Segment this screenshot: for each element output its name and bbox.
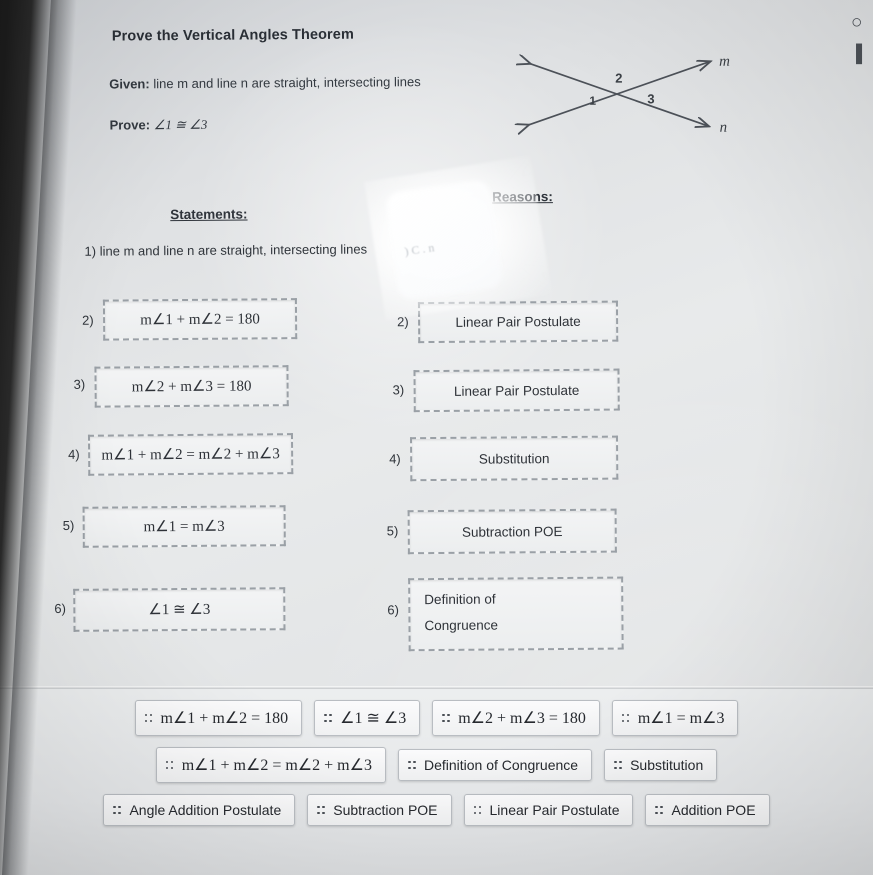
reason-slot-2[interactable]: Linear Pair Postulate <box>417 300 619 344</box>
drag-tile-label: Addition POE <box>671 802 756 818</box>
angle-2-label: 2 <box>615 71 622 86</box>
tile-bank-row: m∠1 + m∠2 = 180 ∠1 ≅ ∠3 m∠2 + m∠3 = 180 … <box>0 700 873 736</box>
photograph-of-screen: Prove the Vertical Angles Theorem Given:… <box>0 0 873 875</box>
corner-letter: ▐ <box>850 44 863 63</box>
reason-row-4-number: 4) <box>389 451 401 467</box>
tile-bank-row: m∠1 + m∠2 = m∠2 + m∠3 Definition of Cong… <box>0 747 873 783</box>
angle-1-label: 1 <box>589 94 596 108</box>
given-label: Given: <box>109 76 150 92</box>
reason-row-3-number: 3) <box>392 382 405 398</box>
drag-tile-label: Angle Addition Postulate <box>129 802 282 818</box>
statement-slot-3[interactable]: m∠2 + m∠3 = 180 <box>94 365 289 408</box>
statement-row-4-number: 4) <box>68 446 80 462</box>
intersecting-lines-diagram: m n 2 1 3 <box>497 23 778 145</box>
prove-statement: Prove: ∠1 ≅ ∠3 <box>109 117 207 134</box>
reasons-column-header: Reasons: <box>492 189 553 205</box>
drag-tile[interactable]: m∠1 + m∠2 = 180 <box>134 700 303 736</box>
drag-tile[interactable]: m∠1 = m∠3 <box>611 700 739 736</box>
reason-row-2-number: 2) <box>397 314 409 330</box>
drag-tile[interactable]: Subtraction POE <box>307 794 452 826</box>
reason-slot-6-line2: Congruence <box>424 617 499 634</box>
tile-bank: m∠1 + m∠2 = 180 ∠1 ≅ ∠3 m∠2 + m∠3 = 180 … <box>0 700 873 837</box>
statement-row-5-number: 5) <box>62 517 75 533</box>
drag-tile-label: ∠1 ≅ ∠3 <box>340 710 407 727</box>
drag-tile[interactable]: Angle Addition Postulate <box>103 794 296 826</box>
drag-handle-icon[interactable] <box>614 760 623 771</box>
given-statement: Given: line m and line n are straight, i… <box>109 74 421 91</box>
drag-tile-label: Definition of Congruence <box>423 757 579 773</box>
prove-label: Prove: <box>109 117 151 133</box>
drag-tile-label: m∠1 + m∠2 = 180 <box>160 710 289 727</box>
angle-3-label: 3 <box>647 91 654 106</box>
drag-tile-label: Linear Pair Postulate <box>489 802 620 818</box>
drag-tile-label: m∠1 + m∠2 = m∠2 + m∠3 <box>181 757 372 774</box>
reason-slot-6[interactable]: Definition of Congruence <box>408 576 624 652</box>
drag-tile[interactable]: Substitution <box>604 749 718 781</box>
reason-slot-3[interactable]: Linear Pair Postulate <box>413 368 620 413</box>
drag-tile[interactable]: m∠1 + m∠2 = m∠2 + m∠3 <box>155 747 386 783</box>
prove-text: ∠1 ≅ ∠3 <box>153 116 208 133</box>
statement-slot-2[interactable]: m∠1 + m∠2 = 180 <box>102 298 298 341</box>
diagram-svg: m n 2 1 3 <box>497 54 730 136</box>
line-n-label: n <box>720 120 728 136</box>
tile-bank-row: Angle Addition Postulate Subtraction POE… <box>0 794 873 826</box>
drag-handle-icon[interactable] <box>324 713 333 724</box>
given-text: line m and line n are straight, intersec… <box>153 74 421 92</box>
drag-tile[interactable]: Definition of Congruence <box>397 749 593 781</box>
statement-row-6-number: 6) <box>54 600 66 617</box>
reason-slot-5[interactable]: Subtraction POE <box>407 508 617 555</box>
drag-handle-icon[interactable] <box>407 760 417 771</box>
statement-slot-4[interactable]: m∠1 + m∠2 = m∠2 + m∠3 <box>87 433 294 476</box>
drag-tile[interactable]: Addition POE <box>645 794 770 826</box>
statement-row-3-number: 3) <box>73 376 86 392</box>
statement-row-2-number: 2) <box>82 312 94 328</box>
drag-handle-icon[interactable] <box>473 805 483 816</box>
drag-tile[interactable]: Linear Pair Postulate <box>463 794 634 826</box>
drag-handle-icon[interactable] <box>113 805 122 816</box>
drag-handle-icon[interactable] <box>442 713 451 724</box>
statements-column-header: Statements: <box>170 206 248 223</box>
drag-handle-icon[interactable] <box>165 760 175 771</box>
drag-handle-icon[interactable] <box>655 805 664 816</box>
statement-slot-5[interactable]: m∠1 = m∠3 <box>82 505 286 548</box>
statement-row-1-text: 1) line m and line n are straight, inter… <box>84 241 368 259</box>
drag-handle-icon[interactable] <box>317 805 326 816</box>
reason-slot-6-line1: Definition of <box>424 591 496 608</box>
drag-tile[interactable]: ∠1 ≅ ∠3 <box>314 700 421 736</box>
drag-handle-icon[interactable] <box>144 713 154 724</box>
reason-row-6-number: 6) <box>387 602 399 618</box>
statement-slot-6[interactable]: ∠1 ≅ ∠3 <box>73 587 286 632</box>
drag-handle-icon[interactable] <box>621 713 631 724</box>
drag-tile-label: Substitution <box>630 757 704 773</box>
drag-tile[interactable]: m∠2 + m∠3 = 180 <box>432 700 600 736</box>
drag-tile-label: m∠1 = m∠3 <box>637 710 725 727</box>
drag-tile-label: Subtraction POE <box>333 802 438 818</box>
circle-icon[interactable]: ○ <box>851 12 862 34</box>
page-title: Prove the Vertical Angles Theorem <box>111 26 355 45</box>
line-m-label: m <box>719 54 730 70</box>
reason-slot-4[interactable]: Substitution <box>409 435 619 482</box>
reason-row-5-number: 5) <box>386 523 399 539</box>
drag-tile-label: m∠2 + m∠3 = 180 <box>458 710 586 727</box>
corner-widget[interactable]: ○ ▐ <box>843 8 873 80</box>
